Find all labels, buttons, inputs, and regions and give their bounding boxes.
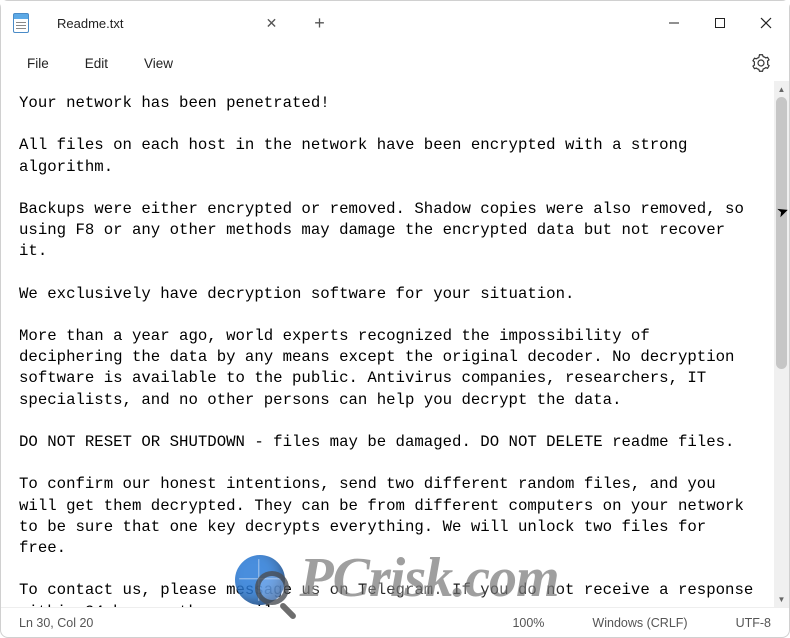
settings-button[interactable] [745, 47, 777, 79]
status-zoom[interactable]: 100% [512, 616, 544, 630]
scroll-down-icon[interactable]: ▼ [774, 591, 789, 607]
vertical-scrollbar[interactable]: ▲ ▼ [774, 81, 789, 607]
scrollbar-track[interactable] [774, 97, 789, 591]
scroll-up-icon[interactable]: ▲ [774, 81, 789, 97]
close-icon [760, 17, 772, 29]
status-line-ending[interactable]: Windows (CRLF) [592, 616, 687, 630]
new-tab-button[interactable]: + [305, 9, 333, 37]
maximize-icon [714, 17, 726, 29]
tab-title: Readme.txt [57, 16, 123, 31]
menu-view[interactable]: View [130, 52, 187, 75]
menu-edit[interactable]: Edit [71, 52, 122, 75]
title-bar: Readme.txt ✕ + [1, 1, 789, 45]
scrollbar-thumb[interactable] [776, 97, 787, 369]
file-tab[interactable]: Readme.txt [43, 5, 137, 41]
close-window-button[interactable] [743, 1, 789, 45]
document-text[interactable]: Your network has been penetrated! All fi… [1, 81, 774, 607]
maximize-button[interactable] [697, 1, 743, 45]
minimize-icon [668, 17, 680, 29]
close-tab-button[interactable]: ✕ [257, 9, 285, 37]
menu-file[interactable]: File [13, 52, 63, 75]
editor-area: Your network has been penetrated! All fi… [1, 81, 789, 607]
notepad-icon [13, 13, 29, 33]
menu-bar: File Edit View [1, 45, 789, 81]
minimize-button[interactable] [651, 1, 697, 45]
status-encoding[interactable]: UTF-8 [736, 616, 771, 630]
status-cursor-position: Ln 30, Col 20 [19, 616, 93, 630]
window-controls [651, 1, 789, 45]
gear-icon [752, 54, 770, 72]
status-bar: Ln 30, Col 20 100% Windows (CRLF) UTF-8 [1, 607, 789, 637]
